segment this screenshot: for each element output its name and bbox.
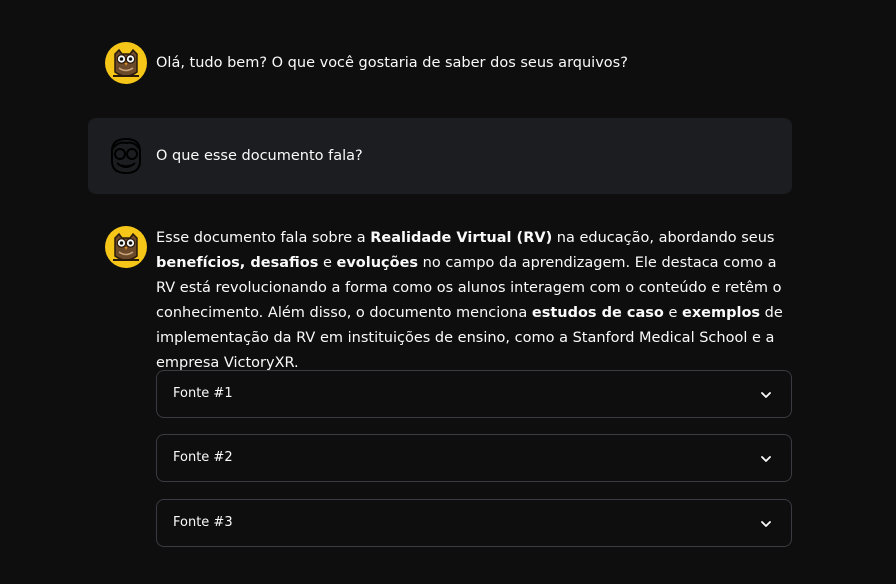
text-segment: e <box>318 255 337 271</box>
chat-container: Olá, tudo bem? O que você gostaria de sa… <box>0 0 896 584</box>
chat-message-assistant: Esse documento fala sobre a Realidade Vi… <box>88 222 792 371</box>
message-text: O que esse documento fala? <box>156 148 363 164</box>
source-expander-2[interactable]: Fonte #2 <box>156 434 792 482</box>
user-glasses-icon <box>105 135 147 177</box>
chat-message-user: O que esse documento fala? <box>88 118 792 194</box>
text-segment: e <box>663 305 682 321</box>
bold-text-segment: exemplos <box>681 305 761 321</box>
source-label: Fonte #3 <box>173 515 233 530</box>
source-label: Fonte #1 <box>173 386 233 401</box>
owl-icon <box>105 226 147 268</box>
source-expander-1[interactable]: Fonte #1 <box>156 370 792 418</box>
owl-icon <box>105 42 147 84</box>
text-segment: Esse documento fala sobre a <box>156 230 371 246</box>
message-text: Esse documento fala sobre a Realidade Vi… <box>156 226 792 376</box>
message-text: Olá, tudo bem? O que você gostaria de sa… <box>156 55 628 71</box>
bold-text-segment: evoluções <box>336 255 419 271</box>
chevron-down-icon <box>759 451 773 465</box>
bold-text-segment: Realidade Virtual (RV) <box>370 230 553 246</box>
bold-text-segment: benefícios, desafios <box>156 255 319 271</box>
chevron-down-icon <box>759 387 773 401</box>
source-expander-3[interactable]: Fonte #3 <box>156 499 792 547</box>
chevron-down-icon <box>759 516 773 530</box>
source-label: Fonte #2 <box>173 450 233 465</box>
chat-message-assistant: Olá, tudo bem? O que você gostaria de sa… <box>88 38 792 88</box>
bold-text-segment: estudos de caso <box>531 305 664 321</box>
text-segment: na educação, abordando seus <box>552 230 775 246</box>
